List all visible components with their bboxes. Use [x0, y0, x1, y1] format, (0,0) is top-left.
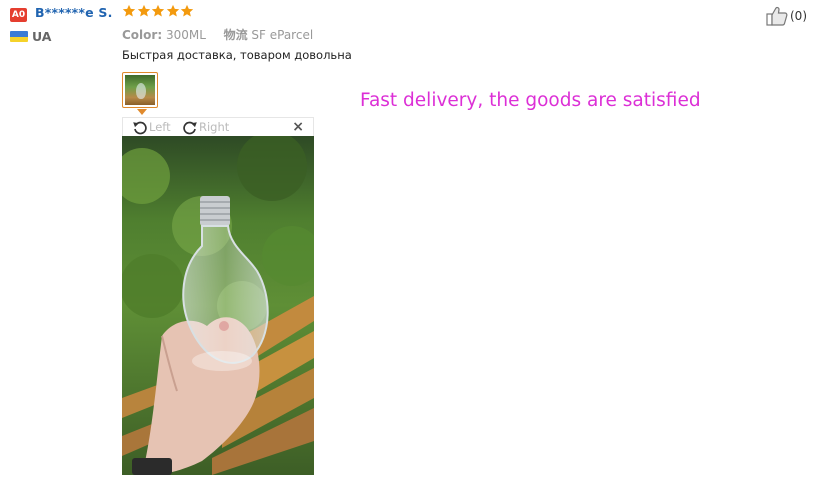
- review-photo-thumbnail[interactable]: [122, 72, 158, 108]
- ukraine-flag-icon: [10, 31, 28, 42]
- rotate-right-label: Right: [199, 120, 230, 134]
- shipping-value: SF eParcel: [251, 28, 314, 42]
- helpful-count: (0): [790, 9, 807, 23]
- color-label: Color:: [122, 28, 163, 42]
- helpful-button[interactable]: (0): [766, 6, 807, 26]
- reviewer-level-badge: A0: [10, 8, 27, 22]
- rotate-left-icon: [133, 121, 147, 135]
- rotate-right-button[interactable]: Right: [182, 119, 229, 135]
- rating-stars: [122, 4, 195, 22]
- thumbs-up-icon: [766, 6, 788, 26]
- star-icon: [166, 4, 179, 17]
- reviewer-country: UA: [32, 29, 52, 44]
- star-icon: [151, 4, 165, 17]
- color-value: 300ML: [165, 28, 206, 42]
- star-icon: [122, 4, 136, 17]
- rotate-left-button[interactable]: Left: [132, 119, 171, 135]
- review-photo: [122, 136, 314, 475]
- close-icon: ×: [292, 119, 304, 135]
- star-icon: [137, 4, 150, 17]
- rotate-left-label: Left: [149, 120, 171, 134]
- thumbnail-pointer: [137, 109, 147, 115]
- rotate-right-icon: [183, 121, 197, 135]
- shipping-label: 物流: [223, 28, 248, 42]
- reviewer-name: B******e S.: [35, 5, 113, 20]
- star-icon: [180, 4, 194, 17]
- photo-viewer-toolbar: Left Right ×: [122, 117, 314, 136]
- close-viewer-button[interactable]: ×: [292, 119, 304, 135]
- review-text: Быстрая доставка, товаром довольна: [122, 48, 352, 62]
- order-info: Color: 300ML 物流 SF eParcel: [122, 26, 313, 43]
- review-translation: Fast delivery, the goods are satisfied: [360, 90, 701, 111]
